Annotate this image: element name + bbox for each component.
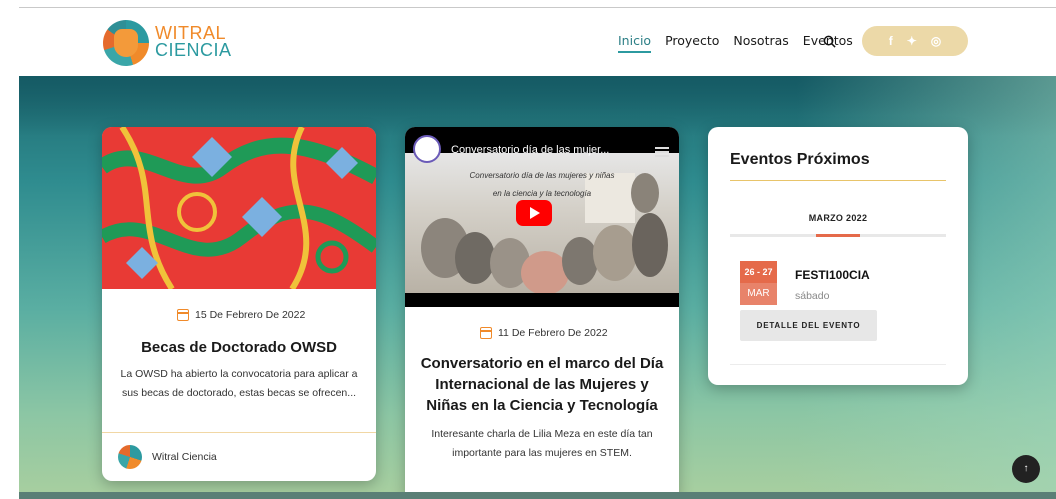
author-name[interactable]: Witral Ciencia (152, 451, 217, 463)
post-date-text: 11 De Febrero De 2022 (498, 327, 608, 339)
post-excerpt: Interesante charla de Lilia Meza en este… (431, 428, 653, 459)
video-caption-line2: en la ciencia y la tecnología (492, 189, 592, 198)
video-title[interactable]: Conversatorio día de las mujer... (451, 144, 609, 156)
post-card-conversatorio[interactable]: Conversatorio día de las mujeres y niñas… (405, 127, 679, 499)
twitter-icon[interactable]: ✦ (907, 34, 917, 48)
main-nav: Inicio Proyecto Nosotras Eventos (618, 33, 853, 53)
events-heading: Eventos Próximos (730, 151, 870, 168)
logo-icon[interactable] (103, 20, 149, 66)
social-links: f ✦ ◎ (862, 26, 968, 56)
calendar-icon (177, 309, 189, 321)
event-date-month: MAR (747, 288, 770, 299)
post-title[interactable]: Conversatorio en el marco del Día Intern… (419, 353, 665, 416)
post-title[interactable]: Becas de Doctorado OWSD (112, 337, 366, 358)
next-section-peek (19, 492, 1056, 499)
heading-underline (730, 180, 946, 181)
event-day: sábado (795, 290, 830, 302)
play-icon[interactable] (516, 200, 552, 226)
event-date-range: 26 - 27 (740, 261, 777, 283)
nav-item-proyecto[interactable]: Proyecto (665, 33, 719, 48)
post-date: 11 De Febrero De 2022 (480, 327, 608, 339)
post-card-owsd[interactable]: 15 De Febrero De 2022 Becas de Doctorado… (102, 127, 376, 481)
video-embed[interactable]: Conversatorio día de las mujeres y niñas… (405, 127, 679, 307)
month-track-active (816, 234, 860, 237)
nav-item-inicio[interactable]: Inicio (618, 33, 652, 53)
post-date: 15 De Febrero De 2022 (177, 309, 305, 321)
facebook-icon[interactable]: f (889, 34, 893, 48)
event-date-badge: 26 - 27 MAR (740, 261, 777, 305)
more-icon[interactable] (655, 147, 669, 157)
event-name[interactable]: FESTI100CIA (795, 268, 870, 282)
search-icon[interactable] (823, 35, 836, 48)
channel-logo-icon[interactable] (413, 135, 441, 163)
nav-item-nosotras[interactable]: Nosotras (733, 33, 788, 48)
back-to-top-button[interactable]: ↑ (1012, 455, 1040, 483)
video-caption-line1: Conversatorio día de las mujeres y niñas (469, 171, 615, 180)
post-date-text: 15 De Febrero De 2022 (195, 309, 306, 321)
calendar-icon (480, 327, 492, 339)
instagram-icon[interactable]: ◎ (931, 34, 941, 48)
arrow-up-icon: ↑ (1023, 463, 1029, 474)
avatar (118, 445, 142, 469)
site-header: WITRAL CIENCIA Inicio Proyecto Nosotras … (19, 8, 1056, 76)
event-detail-button[interactable]: DETALLE DEL EVENTO (740, 310, 877, 341)
logo-text[interactable]: WITRAL CIENCIA (155, 24, 232, 60)
events-month: MARZO 2022 (808, 213, 868, 223)
upcoming-events-widget: Eventos Próximos MARZO 2022 26 - 27 MAR … (708, 127, 968, 385)
hand-icon (114, 29, 138, 57)
post-image[interactable] (102, 127, 376, 289)
widget-divider (730, 364, 946, 365)
post-excerpt: La OWSD ha abierto la convocatoria para … (120, 368, 358, 399)
logo-line-2: CIENCIA (155, 40, 232, 60)
card-divider (102, 432, 376, 433)
